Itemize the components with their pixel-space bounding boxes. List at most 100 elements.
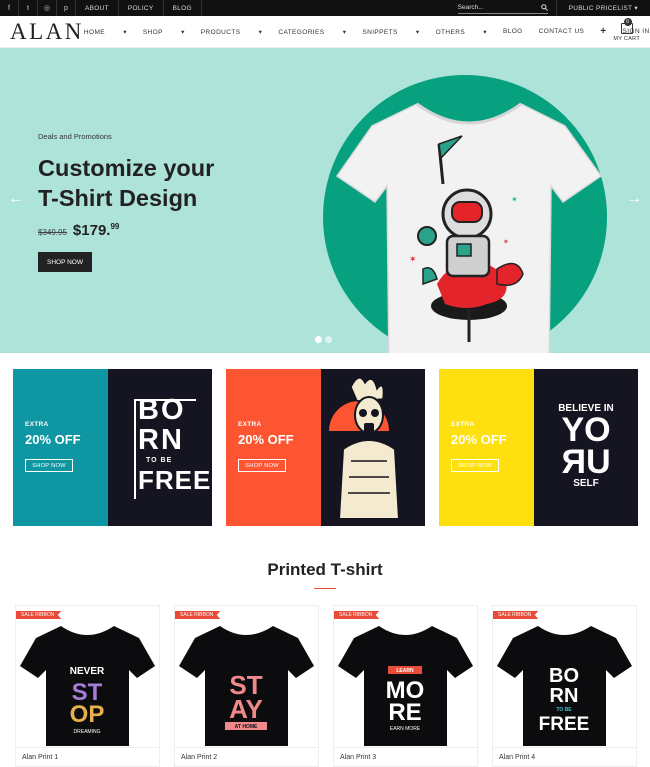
promo-image: BO RN TO BE FREE xyxy=(108,369,212,526)
art-line: FREE xyxy=(138,465,212,495)
card-divider xyxy=(493,747,636,748)
product-grid: NEVER ST OP DREAMING SALE RIBBON Alan Pr… xyxy=(15,605,637,767)
nav-snippets[interactable]: SNIPPETS ▾ xyxy=(362,28,419,36)
new-price-cents: 99 xyxy=(110,222,120,231)
product-image: NEVER ST OP DREAMING xyxy=(20,626,155,746)
print-text: OP xyxy=(70,701,105,728)
instagram-icon[interactable]: ◎ xyxy=(38,0,57,16)
promo-panel: EXTRA 20% OFF SHOP NOW xyxy=(226,369,321,526)
hero-tshirt-image: ✶ ✶ ✶ xyxy=(335,102,603,353)
arrow-right-icon[interactable]: → xyxy=(626,190,642,208)
promo-shop-now-button[interactable]: SHOP NOW xyxy=(238,459,286,472)
product-image: ST AY AT HOME xyxy=(179,626,314,746)
nav-label: HOME xyxy=(83,28,105,36)
promo-shop-now-button[interactable]: SHOP NOW xyxy=(451,459,499,472)
svg-text:✶: ✶ xyxy=(503,238,509,246)
card-divider xyxy=(175,747,318,748)
sale-ribbon: SALE RIBBON xyxy=(334,611,380,619)
product-card[interactable]: LEARN MO RE EARN MORE SALE RIBBON Alan P… xyxy=(333,605,478,767)
promo-extra: EXTRA xyxy=(451,421,475,428)
product-name[interactable]: Alan Print 2 xyxy=(181,754,217,761)
new-price: $179.99 xyxy=(73,222,119,239)
hero-price: $349.95 $179.99 xyxy=(38,222,214,239)
promo-image xyxy=(321,369,425,526)
promo-banner[interactable]: EXTRA 20% OFF SHOP NOW BO RN TO BE FREE xyxy=(13,369,212,526)
cart-button[interactable]: 0 MY CART xyxy=(613,18,640,42)
cart-icon: 0 xyxy=(620,18,633,34)
new-price-main: $179. xyxy=(72,222,111,239)
carousel-dot-2[interactable] xyxy=(325,336,332,343)
print-text: RN xyxy=(550,685,579,707)
product-image: BO RN TO BE FREE xyxy=(497,626,632,746)
product-name[interactable]: Alan Print 3 xyxy=(340,754,376,761)
about-link[interactable]: ABOUT xyxy=(76,0,119,16)
nav-label: CATEGORIES xyxy=(278,28,325,36)
sale-ribbon: SALE RIBBON xyxy=(175,611,221,619)
hero-title-line1: Customize your xyxy=(38,155,215,181)
product-name[interactable]: Alan Print 1 xyxy=(22,754,58,761)
nav-home[interactable]: HOME ▾ xyxy=(84,28,127,36)
nav-others[interactable]: OTHERS ▾ xyxy=(436,28,487,36)
print-text: DREAMING xyxy=(74,729,101,735)
main-nav: HOME ▾ SHOP ▾ PRODUCTS ▾ CATEGORIES ▾ SN… xyxy=(84,26,650,37)
print-text: RE xyxy=(388,699,421,726)
nav-categories[interactable]: CATEGORIES ▾ xyxy=(278,28,346,36)
promo-discount: 20% OFF xyxy=(451,432,507,447)
hero-title-line2: T-Shirt Design xyxy=(38,185,198,211)
product-card[interactable]: NEVER ST OP DREAMING SALE RIBBON Alan Pr… xyxy=(15,605,160,767)
product-card[interactable]: ST AY AT HOME SALE RIBBON Alan Print 2 xyxy=(174,605,319,767)
svg-text:✶: ✶ xyxy=(409,254,417,264)
print-text: EARN MORE xyxy=(390,726,421,732)
pinterest-icon[interactable]: p xyxy=(57,0,76,16)
hero-text: Deals and Promotions Customize your T-Shi… xyxy=(38,132,214,272)
promo-extra: EXTRA xyxy=(238,421,262,428)
print-text: LEARN xyxy=(396,668,414,674)
nav-products[interactable]: PRODUCTS ▾ xyxy=(201,28,263,36)
product-image: LEARN MO RE EARN MORE xyxy=(338,626,473,746)
old-price: $349.95 xyxy=(38,228,67,237)
nav-label: SNIPPETS xyxy=(362,28,398,36)
cart-label: MY CART xyxy=(613,36,640,42)
product-name[interactable]: Alan Print 4 xyxy=(499,754,535,761)
product-card[interactable]: BO RN TO BE FREE SALE RIBBON Alan Print … xyxy=(492,605,637,767)
nav-contact[interactable]: CONTACT US xyxy=(539,28,585,35)
policy-link[interactable]: POLICY xyxy=(119,0,164,16)
search-input[interactable]: Search... xyxy=(457,3,548,14)
pricelist-label: PUBLIC PRICELIST xyxy=(568,4,633,12)
promo-banner[interactable]: EXTRA 20% OFF SHOP NOW BELIEVE IN YO UR … xyxy=(439,369,638,526)
section-divider xyxy=(314,588,336,589)
print-text: TO BE xyxy=(556,707,572,713)
hero-shop-now-button[interactable]: SHOP NOW xyxy=(38,252,92,272)
promo-shop-now-button[interactable]: SHOP NOW xyxy=(25,459,73,472)
promo-banner[interactable]: EXTRA 20% OFF SHOP NOW xyxy=(226,369,425,526)
nav-shop[interactable]: SHOP ▾ xyxy=(143,28,185,36)
logo[interactable]: ALAN xyxy=(10,19,84,45)
search-icon[interactable] xyxy=(540,4,548,11)
nav-blog[interactable]: BLOG xyxy=(503,28,523,35)
art-line: BO xyxy=(138,394,186,426)
search-placeholder: Search... xyxy=(457,4,484,11)
hero-title: Customize your T-Shirt Design xyxy=(38,153,214,213)
top-bar: f t ◎ p ABOUT POLICY BLOG Search... PUBL… xyxy=(0,0,650,16)
pricelist-dropdown[interactable]: PUBLIC PRICELIST ▾ xyxy=(555,0,650,16)
chevron-down-icon: ▾ xyxy=(634,5,638,12)
promo-extra: EXTRA xyxy=(25,421,49,428)
carousel-indicators xyxy=(315,336,332,343)
print-text: AY xyxy=(229,694,263,724)
print-text: AT HOME xyxy=(235,724,258,730)
arrow-left-icon[interactable]: ← xyxy=(8,190,24,208)
hero-carousel: ✶ ✶ ✶ Deals and Promotions Customize you… xyxy=(0,48,650,353)
nav-label: SHOP xyxy=(142,28,163,36)
facebook-icon[interactable]: f xyxy=(0,0,19,16)
carousel-dot-1[interactable] xyxy=(315,336,322,343)
gas-mask-figure-image xyxy=(329,377,401,520)
print-text: FREE xyxy=(539,714,590,735)
plus-icon[interactable]: + xyxy=(600,26,606,37)
art-line: YO xyxy=(561,411,611,449)
promo-art-text: BO RN xyxy=(138,395,186,455)
sale-ribbon: SALE RIBBON xyxy=(493,611,539,619)
card-divider xyxy=(16,747,159,748)
twitter-icon[interactable]: t xyxy=(19,0,38,16)
promo-discount: 20% OFF xyxy=(25,432,81,447)
blog-link[interactable]: BLOG xyxy=(164,0,202,16)
